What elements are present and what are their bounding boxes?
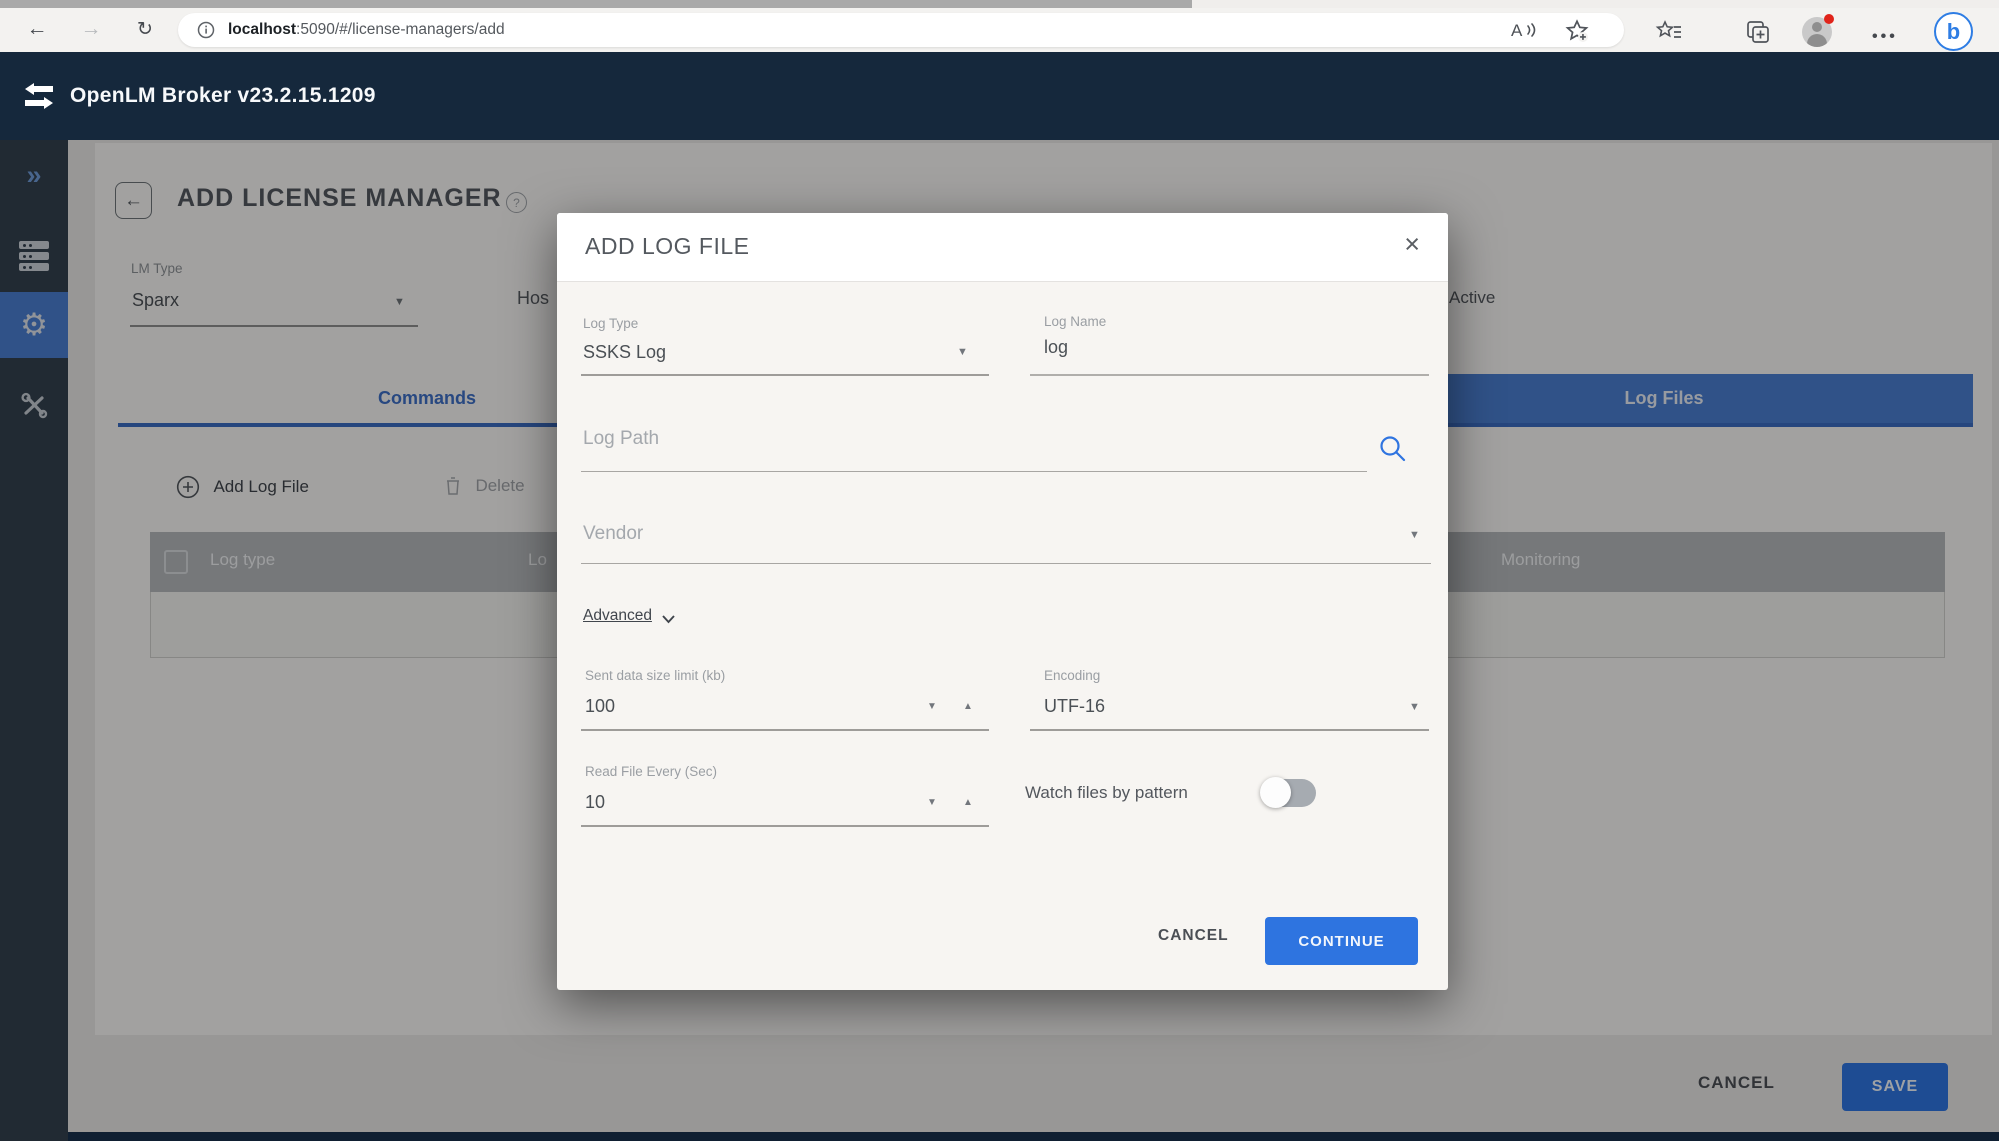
add-favorite-icon[interactable] <box>1564 18 1590 49</box>
read-every-decrement-icon[interactable]: ▼ <box>927 797 937 808</box>
log-name-input[interactable] <box>1044 337 1424 358</box>
collections-icon[interactable] <box>1745 19 1771 50</box>
log-path-underline <box>581 471 1367 472</box>
favorites-bar-icon[interactable] <box>1655 19 1683 50</box>
app-header: OpenLM Broker v23.2.15.1209 <box>0 52 1999 140</box>
modal-header: ADD LOG FILE × <box>557 213 1448 282</box>
modal-cancel-button[interactable]: CANCEL <box>1152 926 1235 946</box>
window-tabstrip <box>0 0 1192 8</box>
sent-limit-increment-icon[interactable]: ▲ <box>963 701 973 712</box>
read-every-increment-icon[interactable]: ▲ <box>963 797 973 808</box>
url-path: :5090/#/license-managers/add <box>296 21 505 39</box>
encoding-underline <box>1030 729 1429 731</box>
log-type-label: Log Type <box>583 316 638 331</box>
advanced-toggle[interactable]: Advanced <box>583 607 652 625</box>
search-icon[interactable] <box>1377 433 1407 468</box>
add-log-file-modal: ADD LOG FILE × Log Type SSKS Log ▼ Log N… <box>557 213 1448 990</box>
read-every-underline <box>581 825 989 827</box>
read-every-label: Read File Every (Sec) <box>585 764 717 779</box>
browser-toolbar: ← → ↻ localhost:5090/#/license-managers/… <box>0 8 1999 53</box>
profile-notification-dot <box>1824 14 1834 24</box>
log-type-select[interactable]: SSKS Log <box>583 342 666 363</box>
chevron-down-icon[interactable] <box>661 611 676 629</box>
encoding-dropdown-icon[interactable]: ▼ <box>1409 701 1420 713</box>
refresh-icon[interactable]: ↻ <box>130 14 160 44</box>
encoding-label: Encoding <box>1044 668 1100 683</box>
svg-text:A: A <box>1511 21 1523 40</box>
log-path-input[interactable]: Log Path <box>583 428 659 450</box>
read-every-value[interactable]: 10 <box>585 792 605 813</box>
openlm-logo-icon <box>22 82 56 110</box>
vendor-select[interactable]: Vendor <box>583 523 643 545</box>
sent-limit-value[interactable]: 100 <box>585 696 615 717</box>
close-icon[interactable]: × <box>1404 229 1420 260</box>
url-host: localhost <box>228 21 296 39</box>
modal-continue-button[interactable]: CONTINUE <box>1265 917 1418 965</box>
back-icon[interactable]: ← <box>22 14 52 44</box>
sent-limit-label: Sent data size limit (kb) <box>585 668 725 683</box>
bing-chat-icon[interactable]: b <box>1934 12 1973 51</box>
app-title: OpenLM Broker v23.2.15.1209 <box>70 84 376 108</box>
browser-menu-icon[interactable]: ••• <box>1872 28 1898 46</box>
log-type-underline <box>581 374 989 376</box>
toggle-knob <box>1260 777 1291 808</box>
sent-limit-decrement-icon[interactable]: ▼ <box>927 701 937 712</box>
watch-pattern-toggle[interactable] <box>1262 779 1316 807</box>
log-name-label: Log Name <box>1044 314 1106 329</box>
address-bar[interactable]: localhost:5090/#/license-managers/add A <box>178 13 1624 47</box>
log-name-underline <box>1030 374 1429 376</box>
screen: ← → ↻ localhost:5090/#/license-managers/… <box>0 0 1999 1141</box>
forward-icon: → <box>76 14 106 44</box>
read-aloud-icon[interactable]: A <box>1510 18 1538 47</box>
modal-title: ADD LOG FILE <box>585 233 749 260</box>
sent-limit-underline <box>581 729 989 731</box>
vendor-underline <box>581 563 1431 564</box>
watch-pattern-label: Watch files by pattern <box>1025 783 1188 803</box>
log-type-dropdown-icon[interactable]: ▼ <box>957 346 968 358</box>
window-tabstrip-right <box>1192 0 1999 8</box>
encoding-select[interactable]: UTF-16 <box>1044 696 1105 717</box>
vendor-dropdown-icon[interactable]: ▼ <box>1409 529 1420 541</box>
site-info-icon[interactable] <box>196 20 216 40</box>
